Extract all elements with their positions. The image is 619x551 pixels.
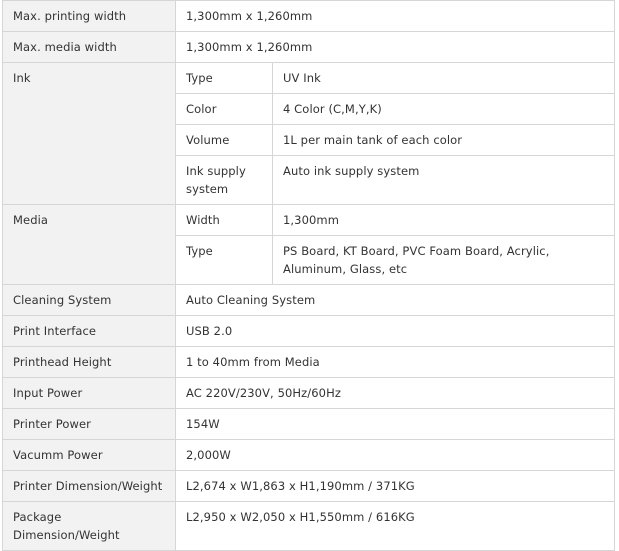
table-row: Printer Dimension/Weight L2,674 x W1,863… <box>2 470 616 502</box>
spec-value-max-printing-width: 1,300mm x 1,260mm <box>174 0 616 32</box>
table-row: Max. printing width 1,300mm x 1,260mm <box>2 0 616 32</box>
spec-table: Max. printing width 1,300mm x 1,260mm Ma… <box>2 0 616 551</box>
table-row: Input Power AC 220V/230V, 50Hz/60Hz <box>2 377 616 409</box>
table-row: Printhead Height 1 to 40mm from Media <box>2 346 616 378</box>
spec-label-printhead-height: Printhead Height <box>2 346 176 378</box>
table-row: Cleaning System Auto Cleaning System <box>2 284 616 316</box>
spec-sublabel-ink-type: Type <box>175 62 273 94</box>
spec-value-ink-type: UV Ink <box>271 62 616 94</box>
table-row: Print Interface USB 2.0 <box>2 315 616 347</box>
table-row: Package Dimension/Weight L2,950 x W2,050… <box>2 501 616 551</box>
spec-label-media: Media <box>2 204 176 285</box>
spec-label-max-printing-width: Max. printing width <box>2 0 176 32</box>
spec-label-max-media-width: Max. media width <box>2 31 176 63</box>
spec-sublabel-ink-color: Color <box>175 93 273 125</box>
spec-value-ink-volume: 1L per main tank of each color <box>271 124 616 156</box>
spec-label-vacuum-power: Vacumm Power <box>2 439 176 471</box>
spec-value-package-dimension: L2,950 x W2,050 x H1,550mm / 616KG <box>174 501 616 551</box>
spec-sublabel-ink-supply: Ink supply system <box>175 155 273 205</box>
table-row: Media Width 1,300mm <box>2 204 616 285</box>
table-row: Vacumm Power 2,000W <box>2 439 616 471</box>
spec-sublabel-media-type: Type <box>175 235 273 285</box>
spec-value-input-power: AC 220V/230V, 50Hz/60Hz <box>174 377 616 409</box>
spec-value-vacuum-power: 2,000W <box>174 439 616 471</box>
spec-value-ink-color: 4 Color (C,M,Y,K) <box>271 93 616 125</box>
spec-value-cleaning-system: Auto Cleaning System <box>174 284 616 316</box>
spec-value-ink-supply: Auto ink supply system <box>271 155 616 205</box>
spec-value-printhead-height: 1 to 40mm from Media <box>174 346 616 378</box>
spec-value-print-interface: USB 2.0 <box>174 315 616 347</box>
spec-label-input-power: Input Power <box>2 377 176 409</box>
spec-label-printer-power: Printer Power <box>2 408 176 440</box>
table-row: Max. media width 1,300mm x 1,260mm <box>2 31 616 63</box>
spec-sublabel-media-width: Width <box>175 204 273 236</box>
spec-value-media-width: 1,300mm <box>271 204 616 236</box>
spec-label-package-dimension: Package Dimension/Weight <box>2 501 176 551</box>
spec-value-max-media-width: 1,300mm x 1,260mm <box>174 31 616 63</box>
table-row: Printer Power 154W <box>2 408 616 440</box>
spec-value-printer-dimension: L2,674 x W1,863 x H1,190mm / 371KG <box>174 470 616 502</box>
table-row: Ink Type UV Ink <box>2 62 616 205</box>
spec-value-printer-power: 154W <box>174 408 616 440</box>
spec-sublabel-ink-volume: Volume <box>175 124 273 156</box>
spec-label-print-interface: Print Interface <box>2 315 176 347</box>
spec-label-cleaning-system: Cleaning System <box>2 284 176 316</box>
spec-value-media-type: PS Board, KT Board, PVC Foam Board, Acry… <box>271 235 616 285</box>
spec-label-printer-dimension: Printer Dimension/Weight <box>2 470 176 502</box>
spec-label-ink: Ink <box>2 62 176 205</box>
